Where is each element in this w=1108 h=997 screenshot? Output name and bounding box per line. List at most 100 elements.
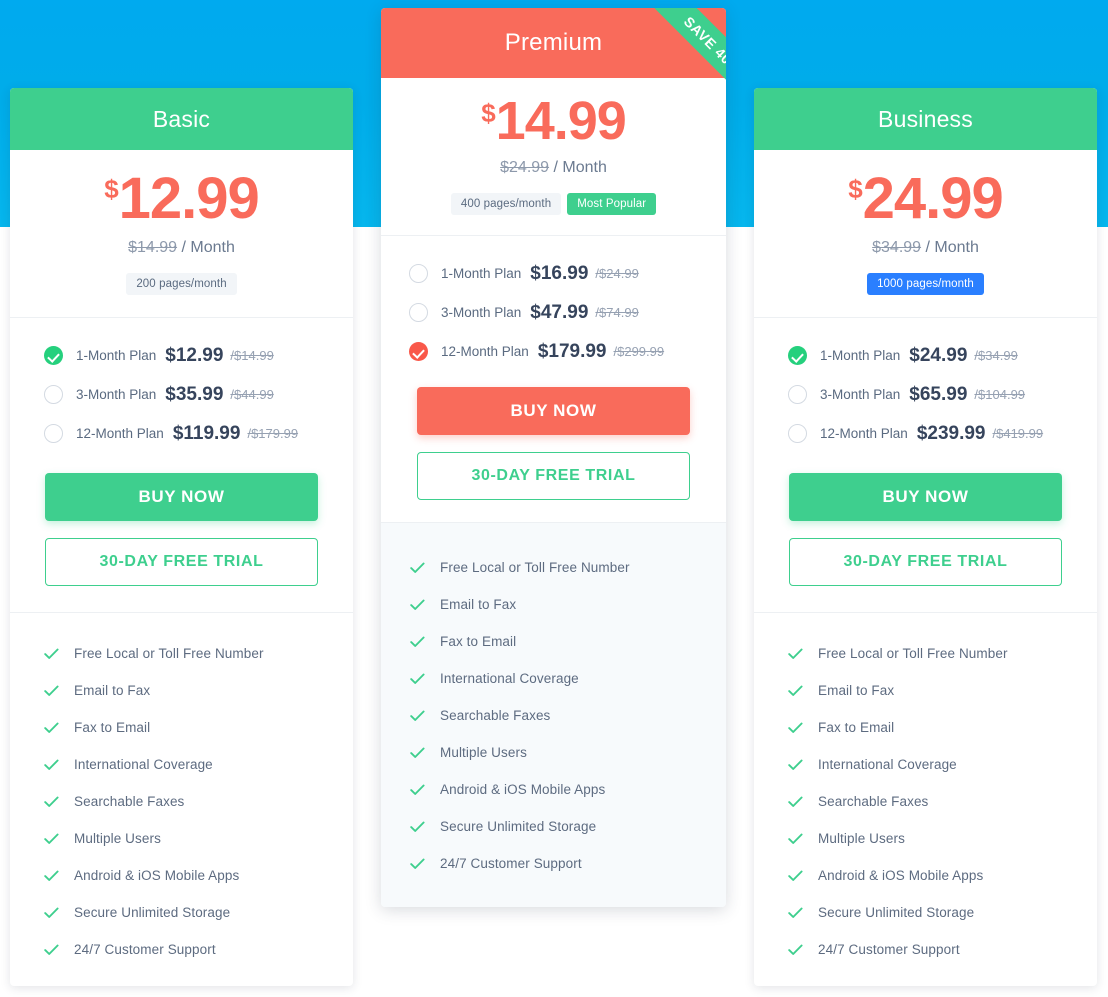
check-icon (788, 722, 804, 734)
plan-option-row[interactable]: 3-Month Plan $35.99 /$44.99 (10, 375, 353, 414)
feature-item: Android & iOS Mobile Apps (754, 857, 1097, 894)
check-icon (44, 759, 60, 771)
radio-checked-icon[interactable] (788, 346, 807, 365)
feature-item: Multiple Users (10, 820, 353, 857)
feature-item: Secure Unlimited Storage (10, 894, 353, 931)
feature-label: Multiple Users (440, 745, 527, 760)
card-header-business: Business (754, 88, 1097, 150)
feature-label: Free Local or Toll Free Number (74, 646, 264, 661)
feature-item: Fax to Email (754, 709, 1097, 746)
most-popular-badge: Most Popular (567, 193, 657, 215)
plan-options-premium: 1-Month Plan $16.99 /$24.99 3-Month Plan… (381, 236, 726, 375)
plan-price: $24.99 (909, 344, 968, 366)
feature-item: Email to Fax (381, 586, 726, 623)
buy-now-button[interactable]: BUY NOW (789, 473, 1062, 521)
feature-label: Secure Unlimited Storage (440, 819, 597, 834)
check-icon (410, 784, 426, 796)
radio-icon[interactable] (409, 303, 428, 322)
plan-option-row[interactable]: 1-Month Plan $12.99 /$14.99 (10, 336, 353, 375)
buy-now-button[interactable]: BUY NOW (45, 473, 318, 521)
currency-symbol: $ (848, 174, 863, 204)
plan-label: 12-Month Plan (76, 426, 164, 441)
pricing-card-premium: Premium SAVE 40% $14.99 $24.99 / Month 4… (381, 8, 726, 907)
plan-price: $119.99 (172, 422, 241, 444)
headline-price: $14.99 (381, 94, 726, 148)
headline-price: $24.99 (754, 170, 1097, 228)
price-block-basic: $12.99 $14.99 / Month 200 pages/month (10, 150, 353, 318)
card-header-premium: Premium (381, 8, 726, 78)
radio-icon[interactable] (44, 385, 63, 404)
plan-title: Premium (504, 29, 603, 56)
feature-label: Email to Fax (440, 597, 517, 612)
feature-item: Fax to Email (381, 623, 726, 660)
plan-option-row[interactable]: 3-Month Plan $47.99 /$74.99 (381, 293, 726, 332)
check-icon (410, 562, 426, 574)
feature-label: Searchable Faxes (440, 708, 551, 723)
plan-price: $65.99 (909, 383, 968, 405)
plan-option-row[interactable]: 1-Month Plan $16.99 /$24.99 (381, 254, 726, 293)
plan-price: $47.99 (530, 301, 589, 323)
check-icon (44, 907, 60, 919)
feature-list-premium: Free Local or Toll Free Number Email to … (381, 523, 726, 907)
headline-price: $12.99 (10, 170, 353, 228)
plan-price: $179.99 (537, 340, 607, 362)
radio-icon[interactable] (409, 264, 428, 283)
pages-badge: 200 pages/month (126, 273, 237, 295)
feature-label: 24/7 Customer Support (818, 942, 960, 957)
feature-label: Secure Unlimited Storage (818, 905, 975, 920)
plan-price: $239.99 (916, 422, 986, 444)
feature-label: International Coverage (74, 757, 213, 772)
plan-option-row[interactable]: 1-Month Plan $24.99 /$34.99 (754, 336, 1097, 375)
plan-option-row[interactable]: 12-Month Plan $179.99 /$299.99 (381, 332, 726, 371)
buy-now-button[interactable]: BUY NOW (417, 387, 690, 435)
feature-item: 24/7 Customer Support (10, 931, 353, 968)
check-icon (788, 685, 804, 697)
pricing-table: Basic $12.99 $14.99 / Month 200 pages/mo… (0, 0, 1108, 997)
feature-label: Free Local or Toll Free Number (818, 646, 1008, 661)
plan-option-row[interactable]: 12-Month Plan $239.99 /$419.99 (754, 414, 1097, 453)
plan-old-price: /$299.99 (613, 344, 665, 359)
radio-icon[interactable] (788, 385, 807, 404)
plan-old-price: /$104.99 (974, 387, 1026, 402)
plan-label: 1-Month Plan (441, 266, 522, 281)
free-trial-button[interactable]: 30-DAY FREE TRIAL (45, 538, 318, 586)
plan-old-price: /$24.99 (595, 266, 639, 281)
check-icon (44, 833, 60, 845)
radio-icon[interactable] (788, 424, 807, 443)
plan-label: 3-Month Plan (820, 387, 901, 402)
card-header-basic: Basic (10, 88, 353, 150)
radio-checked-icon[interactable] (44, 346, 63, 365)
feature-item: Android & iOS Mobile Apps (381, 771, 726, 808)
feature-label: Fax to Email (440, 634, 517, 649)
plan-option-row[interactable]: 3-Month Plan $65.99 /$104.99 (754, 375, 1097, 414)
check-icon (410, 710, 426, 722)
plan-title: Business (878, 105, 973, 132)
feature-item: Searchable Faxes (381, 697, 726, 734)
feature-item: Searchable Faxes (754, 783, 1097, 820)
free-trial-button[interactable]: 30-DAY FREE TRIAL (789, 538, 1062, 586)
plan-label: 12-Month Plan (820, 426, 908, 441)
plan-old-price: /$419.99 (992, 426, 1044, 441)
plan-price: $12.99 (165, 344, 224, 366)
plan-title: Basic (152, 105, 211, 132)
cta-area-business: BUY NOW 30-DAY FREE TRIAL (754, 457, 1097, 613)
pages-badge: 1000 pages/month (867, 273, 984, 295)
check-icon (410, 747, 426, 759)
radio-checked-icon[interactable] (409, 342, 428, 361)
check-icon (788, 648, 804, 660)
feature-label: International Coverage (818, 757, 957, 772)
feature-label: Android & iOS Mobile Apps (74, 868, 240, 883)
free-trial-button[interactable]: 30-DAY FREE TRIAL (417, 452, 690, 500)
currency-symbol: $ (104, 174, 119, 204)
check-icon (788, 759, 804, 771)
price-period: / Month (925, 239, 979, 256)
feature-label: Secure Unlimited Storage (74, 905, 231, 920)
plan-option-row[interactable]: 12-Month Plan $119.99 /$179.99 (10, 414, 353, 453)
price-subtitle: $14.99 / Month (10, 239, 353, 257)
feature-item: Email to Fax (10, 672, 353, 709)
feature-item: Secure Unlimited Storage (754, 894, 1097, 931)
check-icon (410, 599, 426, 611)
radio-icon[interactable] (44, 424, 63, 443)
price-amount: 14.99 (495, 91, 627, 151)
feature-item: International Coverage (10, 746, 353, 783)
